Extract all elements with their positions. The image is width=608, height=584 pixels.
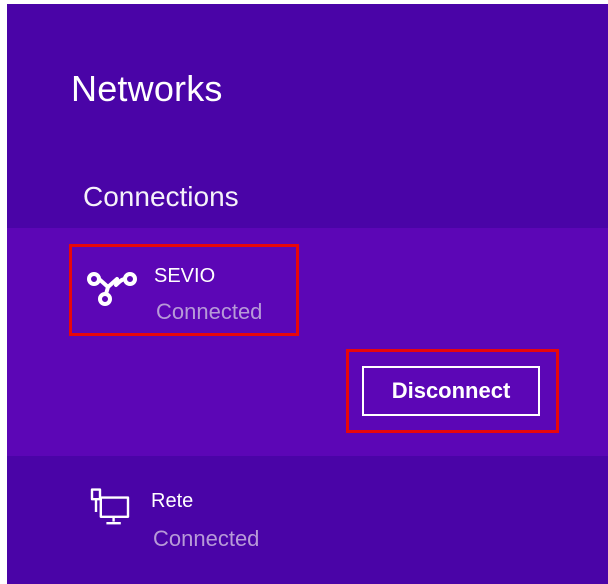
network-name-rete: Rete: [151, 490, 194, 512]
disconnect-button[interactable]: Disconnect: [362, 366, 540, 416]
disconnect-button-highlight: Disconnect: [346, 349, 559, 433]
connections-section-title: Connections: [83, 181, 239, 212]
network-status-rete: Connected: [153, 526, 260, 551]
wired-ethernet-icon: [90, 488, 130, 525]
network-item-rete[interactable]: Rete Connected: [69, 482, 299, 574]
network-item-sevio[interactable]: SEVIO Connected: [69, 244, 299, 336]
mobile-broadband-icon: [87, 272, 137, 306]
network-status-sevio: Connected: [156, 299, 263, 324]
panel-title: Networks: [71, 68, 223, 109]
networks-panel: Networks Connections SEVIO Connected Dis…: [7, 4, 608, 584]
network-name-sevio: SEVIO: [154, 265, 216, 287]
